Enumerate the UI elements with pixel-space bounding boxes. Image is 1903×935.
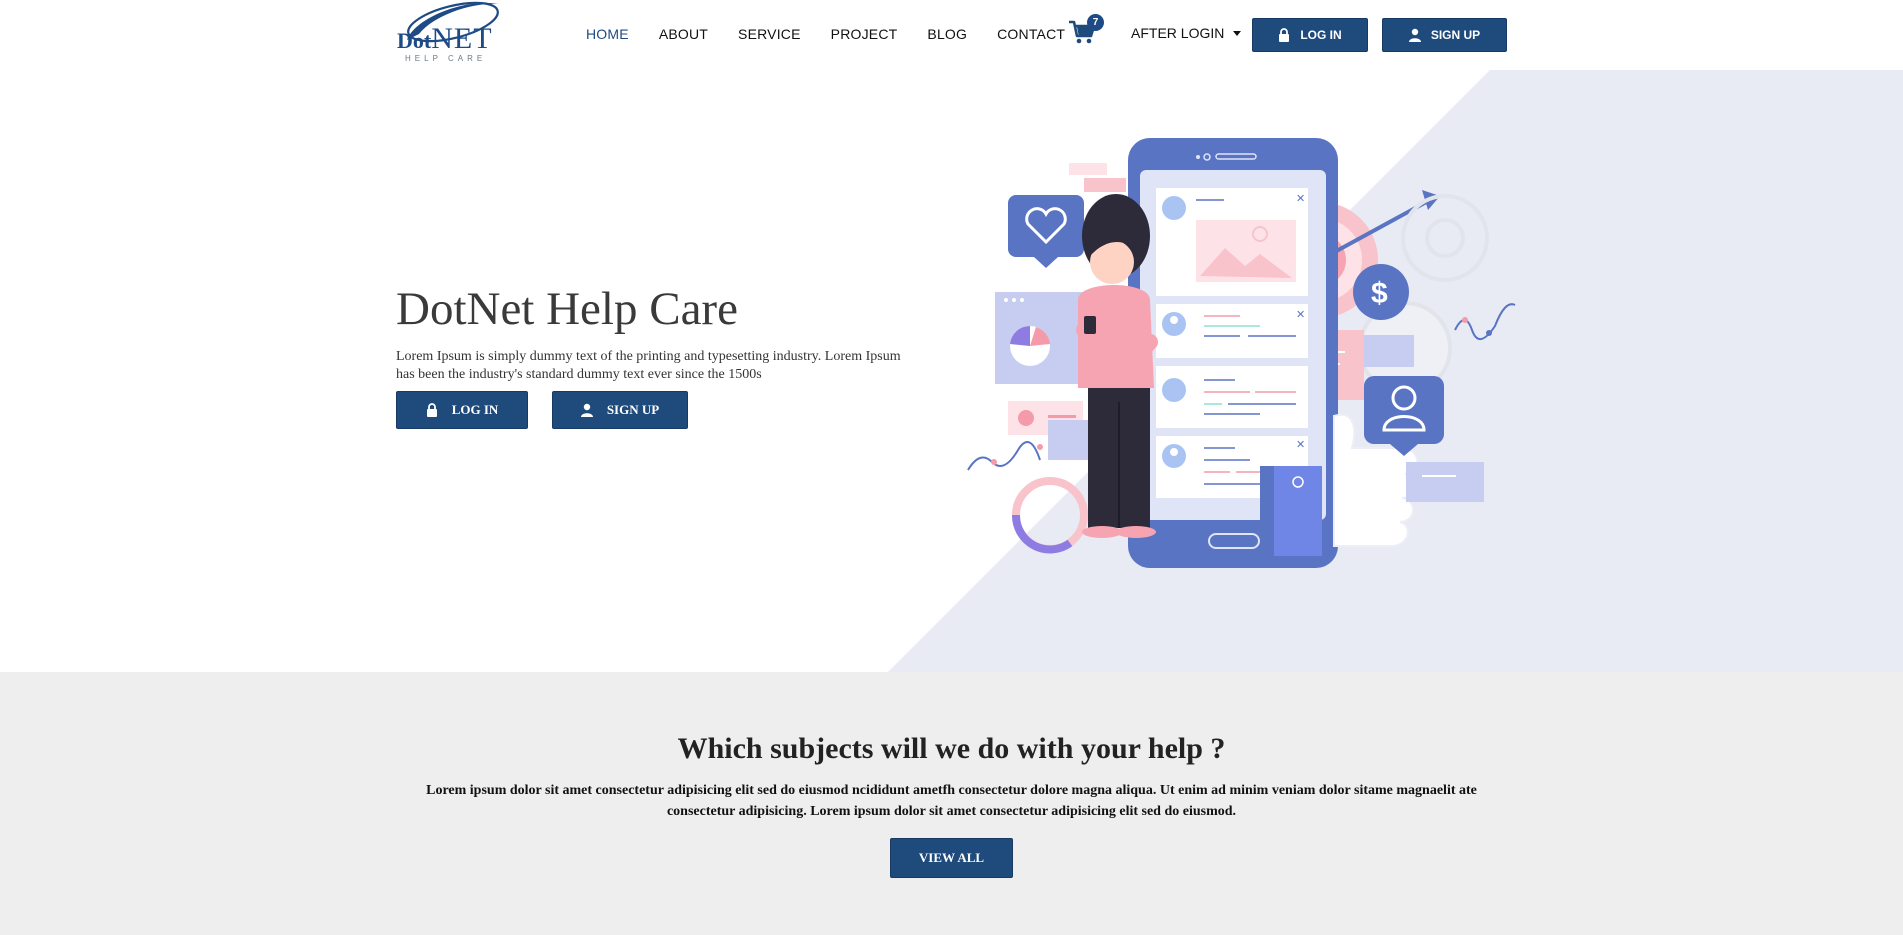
hero-section: DotNet Help Care Lorem Ipsum is simply d… <box>0 70 1903 672</box>
subjects-heading: Which subjects will we do with your help… <box>677 732 1226 765</box>
nav-contact[interactable]: CONTACT <box>997 26 1065 42</box>
logo-subtitle: HELP CARE <box>405 54 487 63</box>
subjects-description: Lorem ipsum dolor sit amet consectetur a… <box>426 783 1477 819</box>
hero-login-button[interactable]: LOG IN <box>396 391 528 429</box>
hero-signup-label: SIGN UP <box>606 402 660 417</box>
cart-button[interactable]: 7 <box>1068 14 1104 50</box>
user-icon <box>1408 28 1421 42</box>
header-login-label: LOG IN <box>1300 28 1342 42</box>
nav-project[interactable]: PROJECT <box>831 26 898 42</box>
chevron-down-icon <box>1233 31 1242 36</box>
cart-count-badge: 7 <box>1087 14 1104 31</box>
logo-dot-text: Dot <box>397 28 432 53</box>
nav-home[interactable]: HOME <box>586 26 629 42</box>
header-signup-label: SIGN UP <box>1430 28 1481 42</box>
pie-chart-card <box>995 292 1083 384</box>
nav-service[interactable]: SERVICE <box>738 26 801 42</box>
after-login-dropdown[interactable]: AFTER LOGIN <box>1131 25 1242 41</box>
view-all-button[interactable]: VIEW ALL <box>890 838 1013 878</box>
svg-text:✕: ✕ <box>1296 309 1305 321</box>
lock-icon <box>1278 28 1290 42</box>
hero-signup-button[interactable]: SIGN UP <box>552 391 688 429</box>
woman-illustration <box>1076 194 1158 538</box>
heart-bubble-icon <box>1008 195 1084 268</box>
header-login-button[interactable]: LOG IN <box>1252 18 1368 52</box>
nav-blog[interactable]: BLOG <box>927 26 967 42</box>
svg-text:✕: ✕ <box>1296 439 1305 451</box>
header-signup-button[interactable]: SIGN UP <box>1382 18 1507 52</box>
after-login-label: AFTER LOGIN <box>1131 25 1225 41</box>
svg-text:$: $ <box>1371 277 1388 310</box>
hero-background-shape <box>888 70 1903 672</box>
hero-title: DotNet Help Care <box>396 283 738 335</box>
lock-icon <box>426 403 438 417</box>
hero-description: Lorem Ipsum is simply dummy text of the … <box>396 349 901 382</box>
logo-net-text: NET <box>431 22 493 55</box>
site-header: DotNET HELP CARE HOME ABOUT SERVICE PROJ… <box>0 0 1903 70</box>
site-logo[interactable]: DotNET HELP CARE <box>395 0 505 68</box>
hero-illustration: $ ✕ ✕ ✕ <box>967 138 1516 568</box>
logo-wordmark: DotNET <box>397 22 493 56</box>
hero-login-label: LOG IN <box>451 402 499 417</box>
svg-text:✕: ✕ <box>1296 193 1305 205</box>
user-icon <box>580 403 593 417</box>
main-nav: HOME ABOUT SERVICE PROJECT BLOG CONTACT <box>586 0 1095 68</box>
nav-about[interactable]: ABOUT <box>659 26 708 42</box>
subjects-section: Which subjects will we do with your help… <box>0 672 1903 935</box>
